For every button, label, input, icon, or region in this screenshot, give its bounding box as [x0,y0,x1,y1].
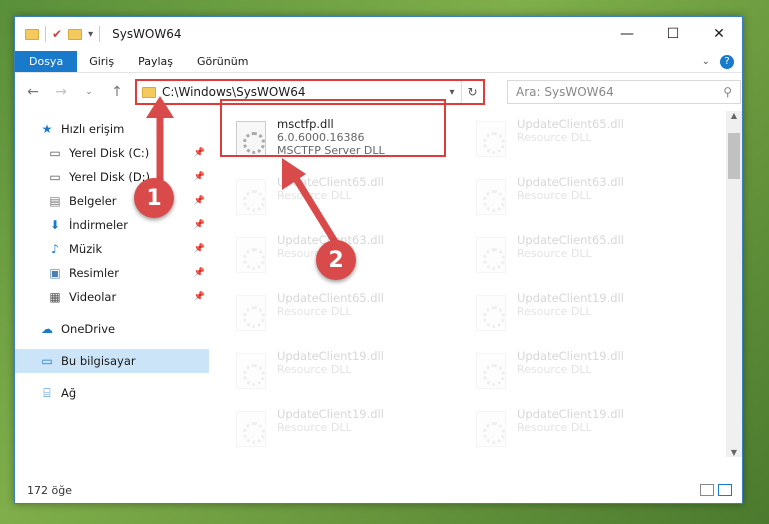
arrow-to-file [289,170,343,252]
step-marker-1: 1 [134,178,174,218]
step-marker-2: 2 [316,240,356,280]
arrowhead-up-icon [146,96,174,118]
annotation-arrows [146,96,343,252]
